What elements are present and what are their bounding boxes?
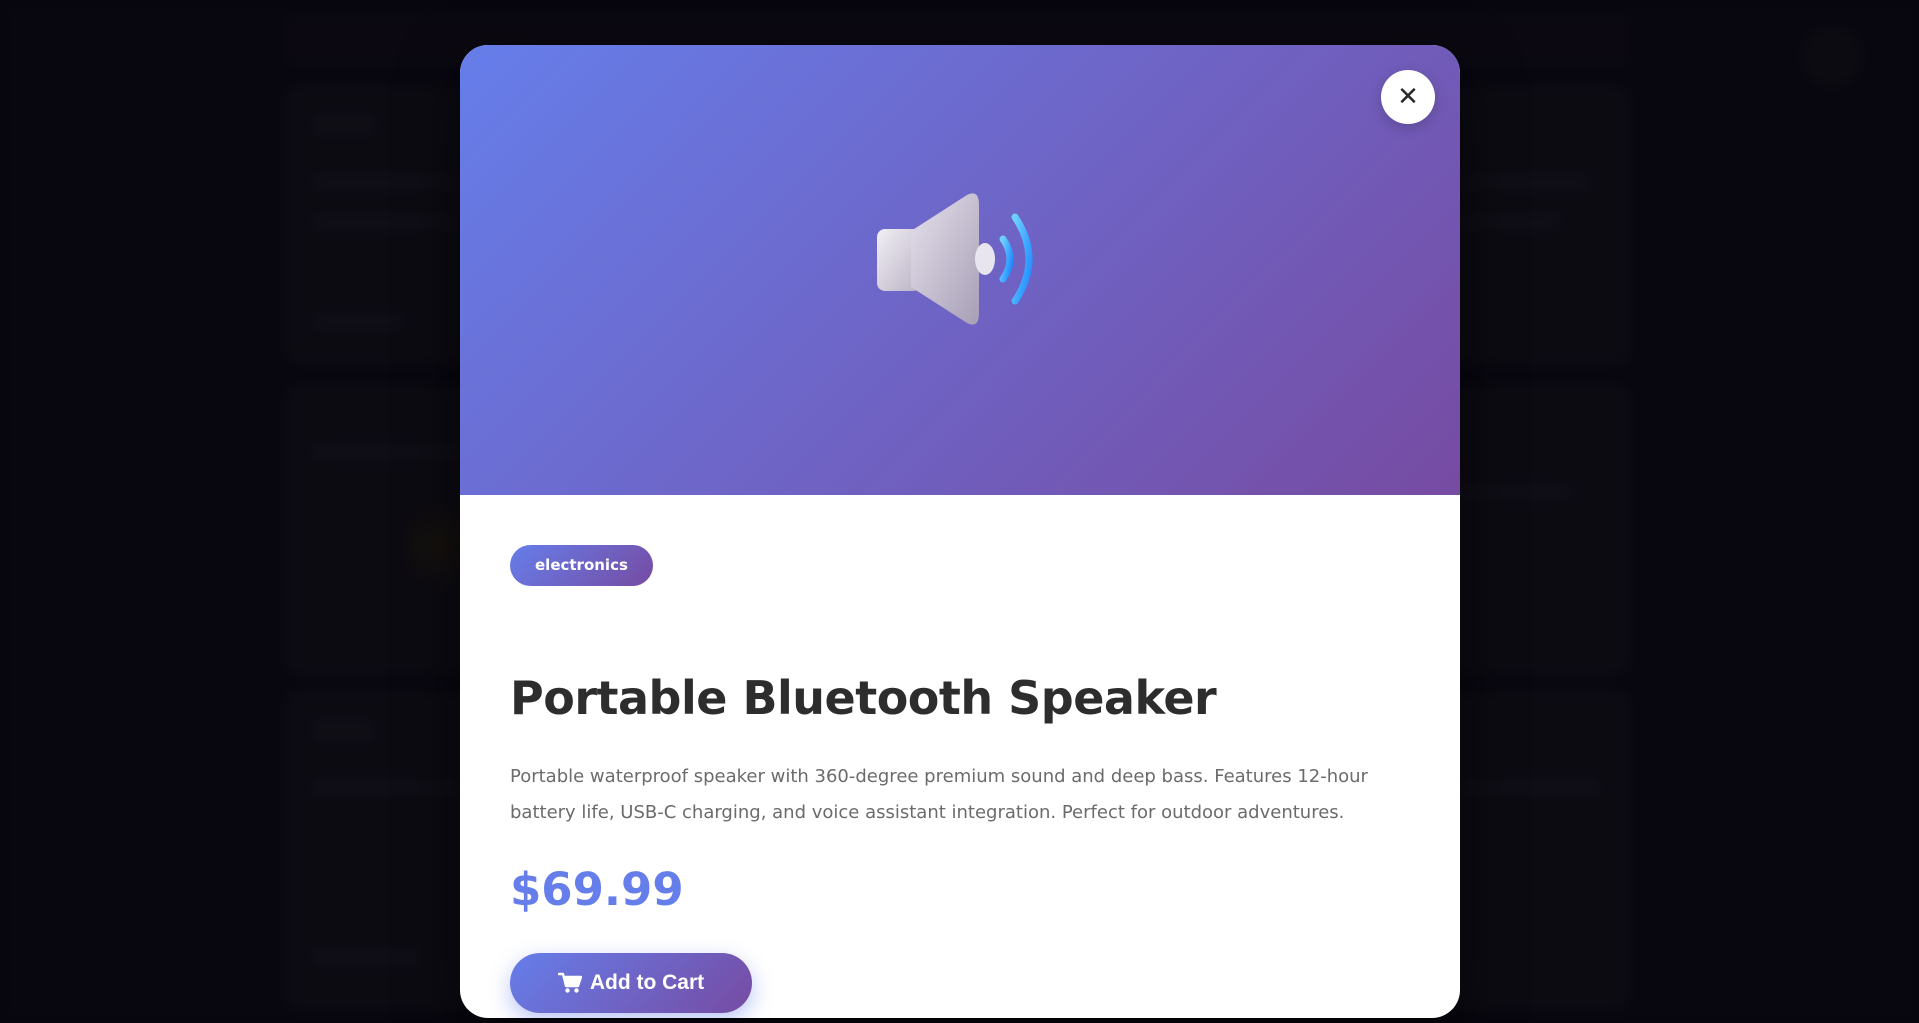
- add-to-cart-button[interactable]: Add to Cart: [510, 953, 752, 1013]
- product-image-area: ✕: [460, 45, 1460, 495]
- add-to-cart-label: Add to Cart: [589, 971, 705, 994]
- shopping-cart-icon: [557, 972, 582, 994]
- close-icon: ✕: [1397, 82, 1419, 112]
- close-button[interactable]: ✕: [1381, 70, 1435, 124]
- product-detail-modal: ✕ electronics Portable Bluetooth Speaker…: [460, 45, 1460, 1018]
- product-description: Portable waterproof speaker with 360-deg…: [510, 766, 1368, 823]
- product-price: $69.99: [510, 863, 684, 916]
- speaker-with-sound-waves-icon: [875, 189, 1045, 329]
- category-badge: electronics: [510, 545, 653, 586]
- product-title: Portable Bluetooth Speaker: [510, 671, 1217, 725]
